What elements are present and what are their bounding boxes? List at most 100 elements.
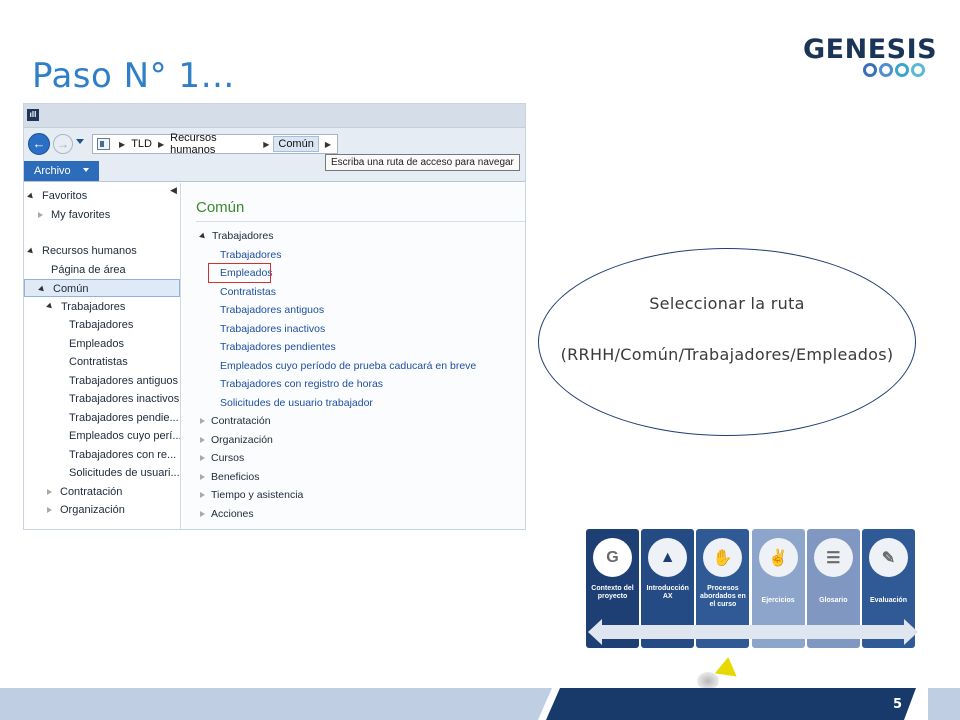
content-link[interactable]: Trabajadores antiguos — [182, 301, 324, 319]
chevron-right-icon[interactable]: ▶ — [119, 140, 125, 149]
expanded-triangle-icon[interactable] — [46, 302, 54, 311]
nav-tree-item[interactable]: Empleados cuyo perí... — [24, 427, 180, 445]
breadcrumb-comun[interactable]: Común — [273, 136, 319, 152]
roadmap-card-label: Introducción AX — [646, 585, 689, 600]
content-link[interactable]: Trabajadores — [182, 246, 281, 264]
nav-tree-label: Trabajadores con re... — [69, 448, 177, 461]
nav-tree-item[interactable]: Contratación — [24, 483, 180, 501]
content-item-label: Trabajadores con registro de horas — [220, 378, 384, 390]
collapsed-triangle-icon[interactable] — [200, 492, 205, 499]
nav-tree-item[interactable]: Trabajadores — [24, 298, 180, 316]
nav-tree-item[interactable]: Página de área — [24, 261, 180, 279]
collapsed-triangle-icon[interactable] — [200, 455, 205, 462]
genesis-logo: GENESIS — [803, 36, 937, 80]
dynamics-ax-icon: ıll — [27, 109, 39, 121]
book-icon: ☰ — [813, 538, 853, 577]
navigation-pane: ◀ Favoritos My favorites Recursos humanos P… — [24, 183, 181, 529]
collapsed-triangle-icon[interactable] — [200, 418, 205, 425]
nav-tree-label: Trabajadores antiguos — [69, 374, 179, 387]
content-link[interactable]: Trabajadores pendientes — [182, 338, 336, 356]
content-link[interactable]: Trabajadores inactivos — [182, 320, 325, 338]
breadcrumb-recursos-humanos[interactable]: Recursos humanos — [170, 132, 257, 156]
expanded-triangle-icon[interactable] — [38, 285, 46, 293]
logo-rings-icon — [863, 63, 925, 77]
roadmap-card-label: Contexto del proyecto — [591, 585, 634, 600]
nav-tree-item[interactable]: Empleados — [24, 335, 180, 353]
nav-tree-label: Recursos humanos — [42, 245, 137, 257]
breadcrumb-tld[interactable]: TLD — [131, 138, 152, 150]
nav-tree-item[interactable]: Trabajadores — [24, 316, 180, 334]
nav-tree-item[interactable]: My favorites — [24, 206, 180, 224]
chevron-right-icon[interactable]: ▶ — [325, 140, 331, 149]
collapsed-triangle-icon[interactable] — [38, 211, 43, 218]
history-dropdown-icon[interactable] — [76, 139, 84, 144]
ax-body: ◀ Favoritos My favorites Recursos humanos P… — [24, 183, 525, 529]
nav-tree-item[interactable]: Trabajadores pendie... — [24, 409, 180, 427]
content-group[interactable]: Organización — [182, 431, 273, 449]
hands-icon: ✌ — [758, 538, 798, 577]
back-arrow-icon[interactable]: ← — [28, 133, 50, 155]
empleados-highlight-box — [208, 263, 271, 283]
content-group[interactable]: Cursos — [182, 449, 244, 467]
nav-tree-label: Trabajadores — [69, 319, 134, 331]
collapsed-triangle-icon[interactable] — [200, 436, 205, 443]
address-tooltip: Escriba una ruta de acceso para navegar — [325, 154, 520, 171]
content-divider — [196, 221, 525, 222]
roadmap-card-label: Glosario — [819, 597, 848, 604]
nav-tree-item[interactable]: Solicitudes de usuari... — [24, 464, 180, 482]
handshake-icon: ✋ — [703, 538, 743, 577]
nav-tree-label: Solicitudes de usuari... — [69, 467, 180, 479]
expanded-triangle-icon[interactable] — [199, 232, 207, 241]
collapsed-triangle-icon[interactable] — [200, 510, 205, 517]
content-group[interactable]: Contratación — [182, 412, 271, 430]
chevron-right-icon[interactable]: ▶ — [158, 140, 164, 149]
forward-arrow-icon[interactable]: → — [53, 134, 73, 154]
content-item-label: Trabajadores — [212, 230, 274, 242]
nav-tree-label: Empleados — [69, 337, 125, 350]
page-number: 5 — [893, 697, 903, 712]
address-bar[interactable]: ▶ TLD ▶ Recursos humanos ▶ Común ▶ — [92, 132, 338, 156]
nav-tree-label: Contratistas — [69, 356, 128, 368]
content-group[interactable]: Tiempo y asistencia — [182, 486, 303, 504]
nav-tree-item[interactable]: Trabajadores inactivos — [24, 390, 180, 408]
content-group[interactable]: Beneficios — [182, 468, 259, 486]
nav-tree-item[interactable]: Contratistas — [24, 353, 180, 371]
content-link[interactable]: Empleados cuyo período de prueba caducar… — [182, 357, 476, 375]
content-link[interactable]: Trabajadores con registro de horas — [182, 375, 383, 393]
nav-tree-label: Favoritos — [42, 190, 88, 202]
content-group[interactable]: Acciones — [182, 505, 254, 523]
chevron-right-icon[interactable]: ▶ — [263, 140, 269, 149]
content-link[interactable]: Solicitudes de usuario trabajador — [182, 394, 373, 412]
dynamics-ax-icon: ▲ — [648, 538, 688, 577]
nav-tree-item[interactable]: Común — [24, 279, 180, 297]
nav-tree-label: Trabajadores inactivos — [69, 393, 180, 405]
collapsed-triangle-icon[interactable] — [47, 488, 52, 495]
arrow-left-icon — [588, 619, 602, 645]
content-item-label: Cursos — [211, 452, 245, 464]
nav-tree-label: Organización — [60, 504, 125, 516]
nav-tree-label: Trabajadores — [61, 300, 126, 313]
slide-title: Paso N° 1… — [32, 56, 236, 96]
content-link[interactable]: Contratistas — [182, 283, 276, 301]
roadmap-arrow-bar — [598, 625, 904, 639]
content-group[interactable]: Trabajadores — [182, 227, 273, 245]
nav-tree-item[interactable]: Trabajadores con re... — [24, 446, 180, 464]
content-title: Común — [196, 199, 245, 216]
nav-tree-item[interactable]: Recursos humanos — [24, 242, 180, 260]
callout-line-1: Seleccionar la ruta — [649, 294, 805, 313]
nav-tree-item[interactable]: Organización — [24, 501, 180, 519]
roadmap-card-label: Procesos abordados en el curso — [699, 585, 746, 608]
nav-tree-item[interactable]: Trabajadores antiguos — [24, 372, 180, 390]
content-item-label: Contratación — [211, 415, 271, 427]
collapsed-triangle-icon[interactable] — [200, 473, 205, 480]
content-item-label: Trabajadores pendientes — [220, 341, 336, 353]
content-item-label: Empleados cuyo período de prueba caducar… — [220, 359, 477, 372]
expanded-triangle-icon[interactable] — [27, 247, 35, 255]
nav-tree-label: Empleados cuyo perí... — [69, 430, 180, 442]
collapsed-triangle-icon[interactable] — [47, 507, 52, 514]
ax-window: ıll ← → ▶ TLD ▶ Recursos humanos ▶ Común… — [23, 103, 526, 530]
content-item-label: Organización — [211, 433, 273, 446]
archivo-label: Archivo — [34, 165, 71, 177]
nav-tree-item[interactable]: Favoritos — [24, 187, 180, 205]
expanded-triangle-icon[interactable] — [27, 192, 35, 200]
